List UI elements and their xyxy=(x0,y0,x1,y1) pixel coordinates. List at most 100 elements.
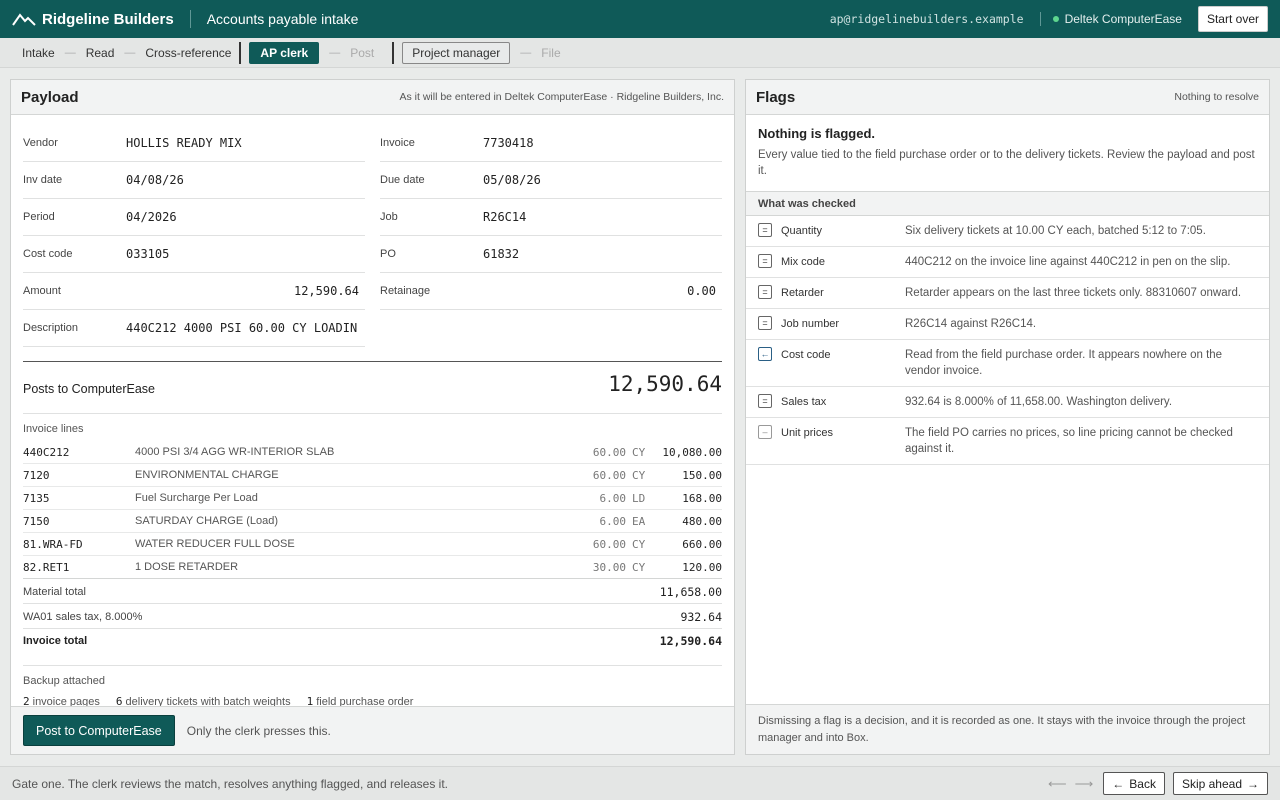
equals-icon: = xyxy=(758,394,772,408)
step-cross-reference[interactable]: Cross-reference xyxy=(145,46,231,60)
nothing-flagged-title: Nothing is flagged. xyxy=(758,126,875,141)
line-description: 1 DOSE RETARDER xyxy=(135,561,239,573)
skip-ahead-button[interactable]: Skip ahead → xyxy=(1172,772,1268,795)
field-label: Amount xyxy=(23,285,61,297)
payload-header: Payload As it will be entered in Deltek … xyxy=(11,80,734,115)
bottom-bar: Gate one. The clerk reviews the match, r… xyxy=(0,766,1280,800)
check-row: ← Cost code Read from the field purchase… xyxy=(746,340,1269,387)
post-note: Only the clerk presses this. xyxy=(186,723,331,738)
check-name: Cost code xyxy=(781,349,831,361)
line-unit: CY xyxy=(632,445,646,459)
field-cost-code[interactable]: Cost code 033105 xyxy=(23,236,365,273)
flags-panel: Flags Nothing to resolve Nothing is flag… xyxy=(745,79,1270,755)
top-bar: Ridgeline Builders Accounts payable inta… xyxy=(0,0,1280,38)
line-description: Fuel Surcharge Per Load xyxy=(135,492,258,504)
step-intake[interactable]: Intake xyxy=(22,46,55,60)
invoice-lines-heading: Invoice lines xyxy=(23,423,84,435)
step-post[interactable]: Post xyxy=(350,46,374,60)
connected-system: Deltek ComputerEase xyxy=(1064,12,1182,26)
arrow-right-icon: → xyxy=(1247,776,1259,791)
back-button[interactable]: ← Back xyxy=(1103,772,1165,795)
field-value: 04/2026 xyxy=(126,210,177,224)
field-vendor[interactable]: Vendor HOLLIS READY MIX xyxy=(23,125,365,162)
invoice-line: 82.RET1 1 DOSE RETARDER 30.00 CY 120.00 xyxy=(23,556,722,579)
divider xyxy=(23,665,722,666)
workflow-steps: Intake — Read — Cross-reference AP clerk… xyxy=(0,38,1280,68)
check-row: = Retarder Retarder appears on the last … xyxy=(746,278,1269,309)
payload-note: As it will be entered in Deltek Computer… xyxy=(399,91,725,103)
step-project-manager[interactable]: Project manager xyxy=(402,41,511,64)
material-total-label: Material total xyxy=(23,585,86,598)
field-label: Job xyxy=(380,211,398,223)
line-code: 7135 xyxy=(23,491,50,505)
check-description: Read from the field purchase order. It a… xyxy=(905,349,1223,377)
field-value: 7730418 xyxy=(483,136,534,150)
arrow-left-icon: ⟵ xyxy=(1047,775,1067,791)
start-over-button[interactable]: Start over xyxy=(1197,6,1268,32)
field-label: Due date xyxy=(380,174,425,186)
equals-icon: = xyxy=(758,285,772,299)
line-amount: 120.00 xyxy=(682,560,722,574)
divider xyxy=(1039,12,1041,26)
sales-tax-row: WA01 sales tax, 8.000% 932.64 xyxy=(23,605,722,629)
line-quantity: 60.00 xyxy=(592,537,626,551)
field-po[interactable]: PO 61832 xyxy=(380,236,722,273)
field-value: 04/08/26 xyxy=(126,173,184,187)
field-retainage[interactable]: Retainage 0.00 xyxy=(380,273,722,310)
check-row: = Quantity Six delivery tickets at 10.00… xyxy=(746,216,1269,247)
line-description: ENVIRONMENTAL CHARGE xyxy=(135,469,279,481)
material-total-value: 11,658.00 xyxy=(659,584,722,599)
flags-header: Flags Nothing to resolve xyxy=(746,80,1269,115)
line-description: WATER REDUCER FULL DOSE xyxy=(135,538,295,550)
line-quantity: 60.00 xyxy=(592,468,626,482)
arrow-right-icon: ⟶ xyxy=(1074,775,1094,791)
field-value: 440C212 4000 PSI 60.00 CY LOADIN xyxy=(126,321,358,335)
check-row: – Unit prices The field PO carries no pr… xyxy=(746,418,1269,465)
check-name: Job number xyxy=(781,318,840,330)
gate-marker xyxy=(239,41,242,64)
invoice-lines: 440C212 4000 PSI 3/4 AGG WR-INTERIOR SLA… xyxy=(23,441,722,579)
payload-panel: Payload As it will be entered in Deltek … xyxy=(10,79,735,755)
field-description[interactable]: Description 440C212 4000 PSI 60.00 CY LO… xyxy=(23,310,365,347)
post-to-computerease-button[interactable]: Post to ComputerEase xyxy=(23,715,175,746)
field-inv-date[interactable]: Inv date 04/08/26 xyxy=(23,162,365,199)
field-due-date[interactable]: Due date 05/08/26 xyxy=(380,162,722,199)
field-label: Inv date xyxy=(23,174,63,186)
step-file[interactable]: File xyxy=(541,46,560,60)
field-label: Period xyxy=(23,211,55,223)
step-separator: — xyxy=(329,46,341,59)
step-separator: — xyxy=(124,46,136,59)
app-title: Accounts payable intake xyxy=(206,11,359,27)
equals-icon: = xyxy=(758,316,772,330)
sales-tax-value: 932.64 xyxy=(680,609,722,624)
field-value: 12,590.64 xyxy=(293,284,359,298)
step-read[interactable]: Read xyxy=(86,46,115,60)
field-amount[interactable]: Amount 12,590.64 xyxy=(23,273,365,310)
field-label: Retainage xyxy=(380,285,431,297)
line-amount: 10,080.00 xyxy=(662,445,722,459)
check-row: = Mix code 440C212 on the invoice line a… xyxy=(746,247,1269,278)
field-period[interactable]: Period 04/2026 xyxy=(23,199,365,236)
check-row: = Job number R26C14 against R26C14. xyxy=(746,309,1269,340)
check-name: Unit prices xyxy=(781,427,833,439)
gate-note: Gate one. The clerk reviews the match, r… xyxy=(12,776,449,791)
field-value: 0.00 xyxy=(687,284,716,298)
line-amount: 168.00 xyxy=(682,491,722,505)
field-job[interactable]: Job R26C14 xyxy=(380,199,722,236)
field-value: 61832 xyxy=(483,247,520,261)
invoice-total-label: Invoice total xyxy=(23,635,88,647)
flags-title: Flags xyxy=(756,88,796,106)
check-description: Six delivery tickets at 10.00 CY each, b… xyxy=(905,225,1206,237)
line-unit: CY xyxy=(632,468,646,482)
field-invoice[interactable]: Invoice 7730418 xyxy=(380,125,722,162)
step-ap-clerk[interactable]: AP clerk xyxy=(249,41,320,64)
line-code: 81.WRA-FD xyxy=(23,537,83,551)
check-description: 932.64 is 8.000% of 11,658.00. Washingto… xyxy=(905,396,1173,408)
gate-marker xyxy=(392,41,395,64)
backup-heading: Backup attached xyxy=(23,675,105,687)
step-separator: — xyxy=(64,46,76,59)
check-description: R26C14 against R26C14. xyxy=(905,318,1037,330)
flags-footer-note: Dismissing a flag is a decision, and it … xyxy=(746,704,1269,754)
line-quantity: 6.00 xyxy=(599,491,627,505)
back-label: Back xyxy=(1129,776,1156,791)
